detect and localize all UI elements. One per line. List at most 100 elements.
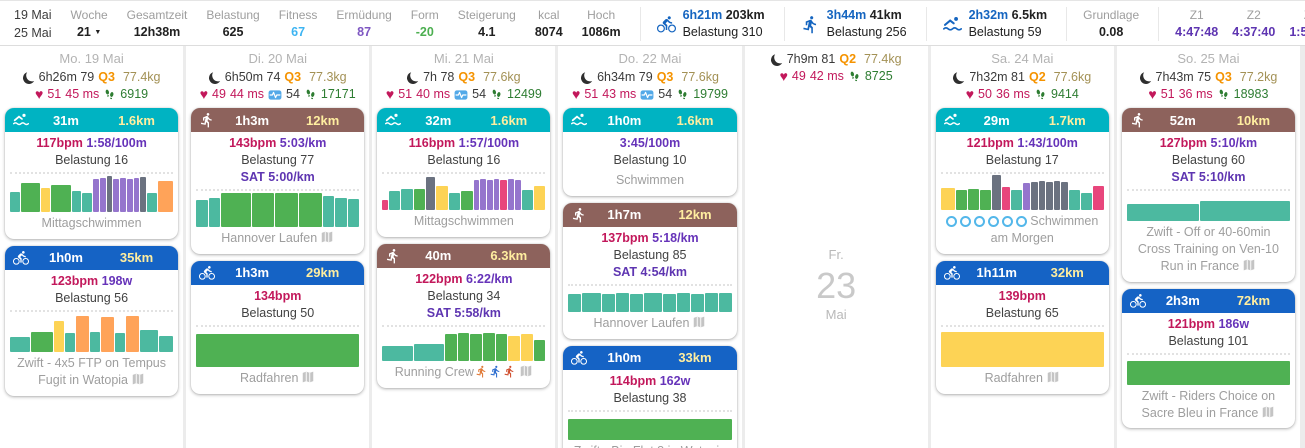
- date-range: 19 Mai25 Mai: [14, 6, 52, 42]
- chart-bar: [140, 177, 146, 212]
- chart-bar: [719, 293, 732, 312]
- chart-bar: [335, 198, 346, 227]
- intensity-chart: [568, 410, 731, 440]
- workout-card-swim[interactable]: 29m 1.7km121bpm 1:43/100mBelastung 17Sch…: [936, 108, 1109, 254]
- workout-card-bike[interactable]: 1h0m 33km114bpm 162wBelastung 38Zwift - …: [563, 346, 736, 448]
- workout-load: Belastung 77: [191, 152, 364, 169]
- map-icon[interactable]: [131, 372, 145, 386]
- workout-card-run[interactable]: 1h7m 12km137bpm 5:18/kmBelastung 85SAT 4…: [563, 203, 736, 339]
- workout-duration: 1h7m: [587, 207, 661, 222]
- map-icon[interactable]: [1261, 405, 1275, 419]
- workout-card-swim[interactable]: 31m 1.6km117bpm 1:58/100mBelastung 16Mit…: [5, 108, 178, 239]
- chart-bar: [158, 181, 173, 212]
- workout-header: 1h3m 12km: [191, 108, 364, 132]
- map-icon[interactable]: [1046, 370, 1060, 384]
- workout-title: Radfahren: [240, 371, 298, 385]
- workout-card-swim[interactable]: 32m 1.6km116bpm 1:57/100mBelastung 16Mit…: [377, 108, 550, 237]
- steps-icon: [490, 88, 503, 101]
- runner-emoji-icon: [489, 365, 502, 378]
- chart-bar: [1093, 186, 1104, 211]
- workout-pace: 198w: [102, 274, 133, 288]
- chart-bar: [65, 333, 75, 352]
- chart-bar: [10, 337, 30, 352]
- workout-duration: 31m: [29, 113, 103, 128]
- workout-card-bike[interactable]: 1h11m 32km139bpmBelastung 65Radfahren: [936, 261, 1109, 394]
- workout-card-bike[interactable]: 2h3m 72km121bpm 186wBelastung 101Zwift -…: [1122, 289, 1295, 429]
- workout-card-run[interactable]: 1h3m 12km143bpm 5:03/kmBelastung 77SAT 5…: [191, 108, 364, 254]
- intensity-chart: [382, 325, 545, 361]
- chart-bar: [461, 191, 472, 210]
- chart-bar: [1200, 201, 1290, 221]
- workout-hr: 116bpm: [409, 136, 456, 150]
- chart-bar: [1127, 204, 1199, 221]
- zone-z3: Z3 1:52:54: [1289, 7, 1305, 40]
- workout-card-swim[interactable]: 1h0m 1.6km3:45/100mBelastung 10Schwimmen: [563, 108, 736, 196]
- workout-hr: 121bpm: [1168, 317, 1215, 331]
- zone-z2: Z2 4:37:40: [1232, 7, 1275, 40]
- chart-bar: [348, 199, 359, 227]
- workout-card-run[interactable]: 40m 6.3km122bpm 6:22/kmBelastung 34SAT 5…: [377, 244, 550, 388]
- chart-bar: [252, 193, 275, 227]
- bike-icon: [199, 265, 215, 281]
- summary-stat-kcal: kcal 8074: [535, 7, 563, 40]
- workout-card-run[interactable]: 52m 10km127bpm 5:10/kmBelastung 60SAT 5:…: [1122, 108, 1295, 282]
- workout-distance: 1.6km: [661, 113, 728, 128]
- bike-icon: [657, 15, 676, 34]
- map-icon[interactable]: [320, 230, 334, 244]
- sleep-quality: Q2: [839, 51, 856, 68]
- body-weight: 77.3kg: [309, 69, 347, 86]
- summary-stat-woche[interactable]: Woche 21 ▼: [71, 7, 108, 40]
- chart-bar: [582, 293, 600, 312]
- sleep-stats-row: 6h50m 74 Q3 77.3kg: [186, 69, 369, 86]
- watch-icon: [974, 216, 985, 227]
- resting-hr: 51: [584, 86, 598, 103]
- chart-bar: [115, 333, 125, 352]
- map-icon[interactable]: [301, 370, 315, 384]
- heart-icon: ♥: [572, 86, 580, 103]
- chart-bar: [992, 175, 1001, 210]
- chart-bar: [72, 191, 82, 212]
- workout-load: Belastung 17: [936, 152, 1109, 169]
- summary-stat-belastung: Belastung 625: [206, 7, 259, 40]
- workout-card-bike[interactable]: 1h0m 35km123bpm 198wBelastung 56Zwift - …: [5, 246, 178, 396]
- map-icon[interactable]: [1242, 258, 1256, 272]
- steps-icon: [1217, 88, 1230, 101]
- chart-bar: [41, 188, 51, 212]
- chart-bar: [10, 192, 20, 212]
- sleep-quality: Q3: [284, 69, 301, 86]
- intensity-chart: [941, 325, 1104, 367]
- stress-value: 54: [472, 86, 486, 103]
- map-icon[interactable]: [519, 364, 533, 378]
- workout-card-bike[interactable]: 1h3m 29km134bpmBelastung 50Radfahren: [191, 261, 364, 394]
- workout-load: Belastung 101: [1122, 333, 1295, 350]
- summary-stat-steigerung: Steigerung 4.1: [458, 7, 516, 40]
- stress-icon: [454, 88, 468, 102]
- sleep-duration: 6h26m 79: [39, 69, 95, 86]
- chart-bar: [508, 336, 520, 361]
- intensity-chart: [1127, 189, 1290, 221]
- workout-distance: 72km: [1220, 293, 1287, 308]
- body-weight: 77.6kg: [1054, 69, 1092, 86]
- runner-emoji-icon: [503, 365, 516, 378]
- workout-pace: 186w: [1218, 317, 1249, 331]
- chart-bar: [1046, 182, 1053, 210]
- workout-title: Zwift - Big Flat 8 in Watopia: [574, 444, 726, 448]
- chart-bar: [51, 185, 70, 212]
- chevron-down-icon[interactable]: ▼: [94, 29, 101, 36]
- day-column: Di. 20 Mai 6h50m 74 Q3 77.3kg ♥ 49 44 ms…: [186, 46, 369, 448]
- heart-icon: ♥: [386, 86, 394, 103]
- chart-bar: [474, 180, 480, 210]
- workout-load: Belastung 56: [5, 290, 178, 307]
- chart-bar: [630, 294, 643, 312]
- workout-header: 32m 1.6km: [377, 108, 550, 132]
- chart-bar: [534, 340, 546, 360]
- workout-pace: 1:43/100m: [1017, 136, 1077, 150]
- health-stats-row: ♥ 49 44 ms 54 17171: [186, 86, 369, 103]
- sleep-duration: 7h43m 75: [1156, 69, 1212, 86]
- map-icon[interactable]: [692, 315, 706, 329]
- chart-bar: [127, 179, 133, 212]
- workout-label: Zwift - Off or 40-60min Cross Training o…: [1122, 221, 1295, 282]
- body-weight: 77.6kg: [483, 69, 521, 86]
- intensity-chart: [196, 189, 359, 227]
- steps-icon: [848, 70, 861, 83]
